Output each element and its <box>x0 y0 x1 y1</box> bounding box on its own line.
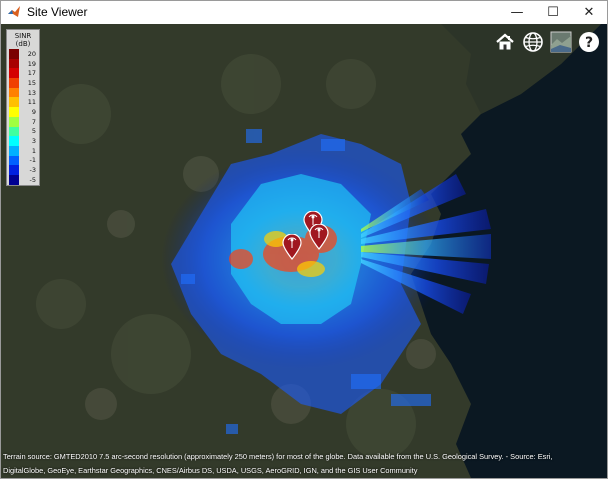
title-bar[interactable]: Site Viewer — ☐ ✕ <box>1 1 607 24</box>
legend-entry: 9 <box>7 107 39 117</box>
legend-label: 11 <box>27 98 36 107</box>
home-icon <box>496 33 514 50</box>
legend-swatch <box>9 116 19 127</box>
matlab-app-icon <box>8 6 20 17</box>
close-icon: ✕ <box>583 5 595 20</box>
home-button[interactable] <box>493 30 517 54</box>
legend-entry: 17 <box>7 68 39 79</box>
legend-label: 7 <box>31 117 36 126</box>
maximize-icon: ☐ <box>547 5 559 20</box>
legend-swatch <box>9 87 19 98</box>
legend-entry: -5 <box>7 174 39 185</box>
legend-label: 9 <box>31 107 36 116</box>
minimize-icon: — <box>510 5 524 20</box>
legend-entry: 3 <box>7 136 39 146</box>
site-viewer-window: Site Viewer — ☐ ✕ SINR (dB) 20 19 17 15 … <box>0 0 608 479</box>
legend-label: 5 <box>31 127 36 136</box>
legend-entry: 11 <box>7 97 39 108</box>
legend-entry: -1 <box>7 155 39 166</box>
legend-label: 19 <box>27 59 36 68</box>
window-title: Site Viewer <box>27 5 88 19</box>
legend-entry: 20 <box>7 49 39 59</box>
maximize-button[interactable]: ☐ <box>535 1 571 24</box>
help-button[interactable]: ? <box>577 30 601 54</box>
legend-entry: -3 <box>7 165 39 175</box>
legend-label: 20 <box>27 49 36 58</box>
legend-swatch <box>9 145 19 156</box>
sinr-legend: SINR (dB) 20 19 17 15 13 11 9 7 5 3 1 -1 -3 -5 <box>6 29 40 186</box>
legend-swatch <box>9 126 19 137</box>
transmitter-site-marker[interactable] <box>282 234 302 260</box>
minimize-button[interactable]: — <box>499 1 535 24</box>
legend-entry: 13 <box>7 87 39 98</box>
legend-label: 15 <box>27 78 36 87</box>
legend-title: SINR (dB) <box>14 32 32 48</box>
legend-label: 1 <box>31 146 36 155</box>
legend-swatch <box>9 136 19 146</box>
legend-swatch <box>9 174 19 185</box>
help-icon: ? <box>579 32 599 52</box>
legend-swatch <box>9 68 19 79</box>
satellite-basemap <box>1 24 607 478</box>
legend-entry: 7 <box>7 116 39 127</box>
legend-swatch <box>9 155 19 166</box>
globe-icon <box>523 32 543 52</box>
legend-label: 17 <box>27 69 36 78</box>
legend-swatch <box>9 107 19 117</box>
legend-entry: 5 <box>7 126 39 137</box>
close-button[interactable]: ✕ <box>571 1 607 24</box>
legend-swatch <box>9 49 19 59</box>
legend-swatch <box>9 97 19 108</box>
legend-label: 13 <box>27 88 36 97</box>
legend-entry: 19 <box>7 58 39 69</box>
legend-label: -1 <box>29 156 36 165</box>
svg-text:?: ? <box>585 35 593 51</box>
legend-swatch <box>9 58 19 69</box>
legend-swatch <box>9 165 19 175</box>
globe-button[interactable] <box>521 30 545 54</box>
basemap-icon <box>550 31 572 53</box>
map-view[interactable]: SINR (dB) 20 19 17 15 13 11 9 7 5 3 1 -1 -3 -5 <box>1 24 607 478</box>
legend-label: -3 <box>29 166 36 175</box>
map-attribution: Terrain source: GMTED2010 7.5 arc-second… <box>3 452 553 475</box>
legend-swatch <box>9 78 19 88</box>
map-toolbar: ? <box>493 30 601 54</box>
transmitter-site-marker[interactable] <box>309 224 329 250</box>
legend-entry: 1 <box>7 145 39 156</box>
basemap-picker-button[interactable] <box>549 30 573 54</box>
legend-label: -5 <box>29 175 36 184</box>
legend-label: 3 <box>31 137 36 146</box>
legend-entry: 15 <box>7 78 39 88</box>
